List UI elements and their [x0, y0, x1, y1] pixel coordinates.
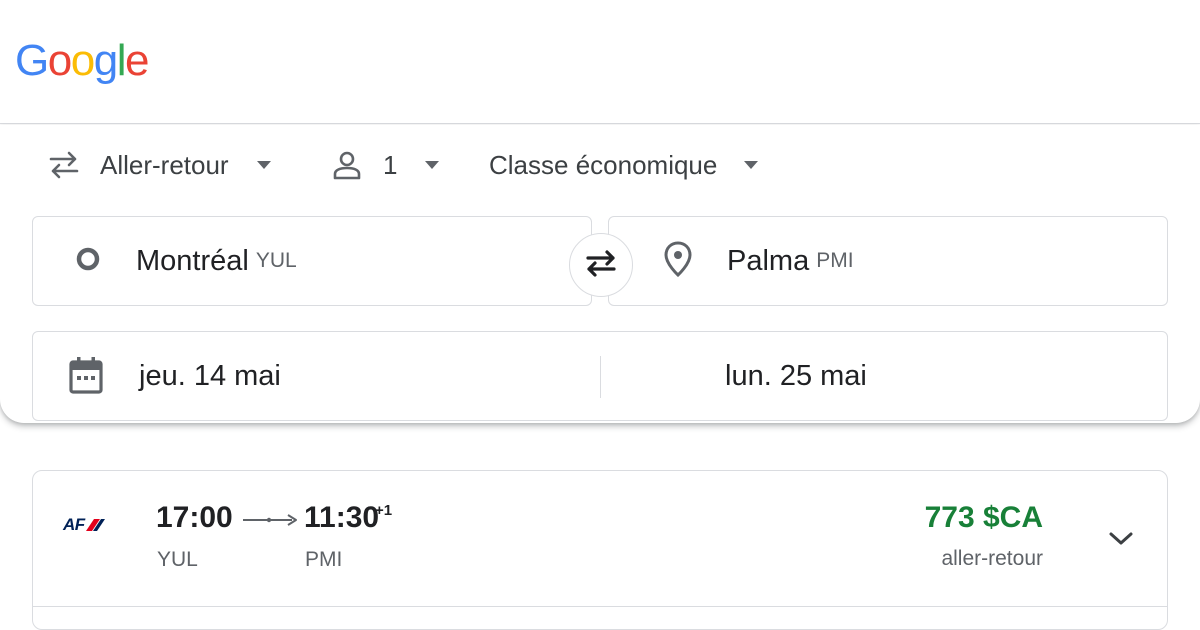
chevron-down-icon — [256, 161, 271, 169]
destination-field[interactable]: Palma PMI — [608, 216, 1168, 306]
logo-letter-g: G — [15, 36, 49, 85]
date-divider — [600, 356, 601, 398]
departure-date[interactable]: jeu. 14 mai — [139, 360, 281, 393]
expand-chevron-icon[interactable] — [1108, 531, 1134, 552]
origin-circle-icon — [75, 246, 101, 277]
chevron-down-icon — [744, 161, 759, 169]
location-pin-icon — [663, 240, 693, 282]
origin-city: Montréal — [136, 244, 249, 277]
cabin-class-select[interactable]: Classe économique — [489, 147, 759, 183]
chevron-down-icon — [425, 161, 440, 169]
logo-letter-g2: g — [93, 36, 118, 85]
origin-field[interactable]: Montréal YUL — [32, 216, 592, 306]
logo-letter-l: l — [116, 36, 127, 85]
person-icon — [333, 150, 361, 180]
departure-time: 17:00 — [156, 501, 233, 534]
trip-type-select[interactable]: Aller-retour — [48, 147, 271, 183]
logo-letter-e: e — [124, 36, 149, 85]
logo-letter-o1: o — [47, 36, 72, 85]
swap-icon — [582, 248, 620, 283]
price-type: aller-retour — [941, 547, 1043, 570]
origin-code: YUL — [255, 249, 297, 272]
dates-field: jeu. 14 mai lun. 25 mai — [32, 331, 1168, 421]
arrival-airport: PMI — [305, 548, 343, 571]
departure-airport: YUL — [157, 548, 198, 571]
passengers-count: 1 — [383, 149, 398, 180]
cabin-class-label: Classe économique — [489, 149, 718, 180]
swap-button[interactable] — [569, 233, 633, 297]
calendar-icon[interactable] — [68, 356, 104, 401]
header: Google — [0, 0, 1200, 124]
airline-logo-text: AF — [63, 515, 85, 534]
card-divider — [33, 606, 1167, 607]
flight-price: 773 $CA — [924, 501, 1043, 534]
passengers-select[interactable]: 1 — [333, 147, 440, 183]
google-logo[interactable]: Google — [15, 36, 149, 86]
arrival-time: 11:30 — [304, 501, 380, 534]
round-trip-icon — [48, 150, 80, 180]
trip-type-label: Aller-retour — [100, 149, 229, 180]
day-offset: +1 — [375, 502, 393, 519]
return-date[interactable]: lun. 25 mai — [725, 360, 867, 393]
search-panel: Aller-retour 1 Classe économique Montréa… — [0, 125, 1200, 423]
flight-result-card[interactable]: AF 17:00 11:30 +1 YUL PMI 773 $CA aller-… — [32, 470, 1168, 630]
destination-city: Palma — [727, 244, 810, 277]
destination-code: PMI — [816, 249, 854, 272]
air-france-logo: AF — [63, 515, 106, 535]
logo-letter-o2: o — [70, 36, 95, 85]
flight-arrow-icon — [242, 513, 298, 531]
